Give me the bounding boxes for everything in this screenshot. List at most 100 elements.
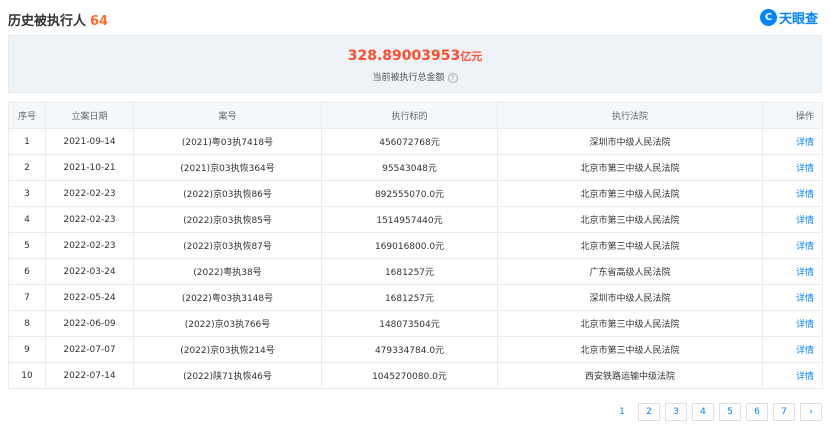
case-number: (2021)粤03执7418号 xyxy=(133,128,322,155)
row-number: 9 xyxy=(8,336,46,363)
total-amount-panel: 328.89003953亿元 当前被执行总金额? xyxy=(8,35,822,93)
court-name: 北京市第三中级人民法院 xyxy=(497,336,763,363)
execution-amount: 479334784.0元 xyxy=(321,336,498,363)
filing-date: 2022-03-24 xyxy=(45,258,134,285)
column-header-case: 案号 xyxy=(133,102,322,129)
filing-date: 2022-02-23 xyxy=(45,232,134,259)
action-cell: 详情 xyxy=(762,362,823,389)
record-count: 64 xyxy=(90,14,109,29)
total-amount-unit: 亿元 xyxy=(460,50,483,63)
table-row: 5 2022-02-23 (2022)京03执恢87号 169016800.0元 北京市… xyxy=(8,232,823,259)
court-name: 深圳市中级人民法院 xyxy=(497,128,763,155)
page-button-6[interactable]: 6 xyxy=(746,403,768,421)
brand-logo-group[interactable]: C 天眼查 xyxy=(759,8,818,27)
court-name: 北京市第三中级人民法院 xyxy=(497,232,763,259)
section-title: 历史被执行人 64 xyxy=(8,10,108,29)
filing-date: 2022-02-23 xyxy=(45,206,134,233)
case-number: (2022)陕71执恢46号 xyxy=(133,362,322,389)
total-amount-label-text: 当前被执行总金额 xyxy=(372,73,445,83)
help-icon[interactable]: ? xyxy=(447,72,458,83)
row-number: 6 xyxy=(8,258,46,285)
detail-link[interactable]: 详情 xyxy=(796,164,814,174)
execution-amount: 456072768元 xyxy=(321,128,498,155)
filing-date: 2022-07-14 xyxy=(45,362,134,389)
filing-date: 2022-05-24 xyxy=(45,284,134,311)
row-number: 3 xyxy=(8,180,46,207)
filing-date: 2022-02-23 xyxy=(45,180,134,207)
page-button-5[interactable]: 5 xyxy=(719,403,741,421)
total-amount-label: 当前被执行总金额? xyxy=(9,70,821,83)
table-row: 2 2021-10-21 (2021)京03执恢364号 95543048元 北京市第三… xyxy=(8,154,823,181)
row-number: 8 xyxy=(8,310,46,337)
table-header-row: 序号 立案日期 案号 执行标的 执行法院 操作 xyxy=(8,102,823,129)
total-amount-value: 328.89003953 xyxy=(347,48,461,64)
row-number: 1 xyxy=(8,128,46,155)
page-button-2[interactable]: 2 xyxy=(638,403,660,421)
action-cell: 详情 xyxy=(762,336,823,363)
page-root: 历史被执行人 64 C 天眼查 328.89003953亿元 当前被执行总金额? … xyxy=(0,0,830,436)
execution-amount: 169016800.0元 xyxy=(321,232,498,259)
table-row: 3 2022-02-23 (2022)京03执恢86号 892555070.0元 北京市… xyxy=(8,180,823,207)
table-row: 7 2022-05-24 (2022)粤03执3148号 1681257元 深圳市中级人… xyxy=(8,284,823,311)
court-name: 北京市第三中级人民法院 xyxy=(497,180,763,207)
court-name: 北京市第三中级人民法院 xyxy=(497,154,763,181)
case-number: (2022)京03执恢87号 xyxy=(133,232,322,259)
filing-date: 2022-07-07 xyxy=(45,336,134,363)
execution-amount: 1681257元 xyxy=(321,284,498,311)
executed-person-table: 序号 立案日期 案号 执行标的 执行法院 操作 1 2021-09-14 (2021… xyxy=(8,102,823,389)
detail-link[interactable]: 详情 xyxy=(796,190,814,200)
case-number: (2022)京03执恢85号 xyxy=(133,206,322,233)
detail-link[interactable]: 详情 xyxy=(796,242,814,252)
action-cell: 详情 xyxy=(762,206,823,233)
case-number: (2022)粤03执3148号 xyxy=(133,284,322,311)
next-page-icon[interactable]: › xyxy=(800,403,822,421)
execution-amount: 148073504元 xyxy=(321,310,498,337)
table-row: 10 2022-07-14 (2022)陕71执恢46号 1045270080.0元西… xyxy=(8,362,823,389)
table-body: 1 2021-09-14 (2021)粤03执7418号 456072768元 深圳市中… xyxy=(8,128,823,389)
section-title-text: 历史被执行人 xyxy=(8,14,87,29)
column-header-no: 序号 xyxy=(8,102,46,129)
page-button-4[interactable]: 4 xyxy=(692,403,714,421)
detail-link[interactable]: 详情 xyxy=(796,346,814,356)
action-cell: 详情 xyxy=(762,232,823,259)
case-number: (2021)京03执恢364号 xyxy=(133,154,322,181)
table-row: 1 2021-09-14 (2021)粤03执7418号 456072768元 深圳市中… xyxy=(8,128,823,155)
execution-amount: 1045270080.0元 xyxy=(321,362,498,389)
column-header-amount: 执行标的 xyxy=(321,102,498,129)
detail-link[interactable]: 详情 xyxy=(796,268,814,278)
page-button-1[interactable]: 1 xyxy=(611,403,633,421)
page-button-3[interactable]: 3 xyxy=(665,403,687,421)
filing-date: 2021-09-14 xyxy=(45,128,134,155)
detail-link[interactable]: 详情 xyxy=(796,216,814,226)
brand-name: 天眼查 xyxy=(778,12,818,27)
detail-link[interactable]: 详情 xyxy=(796,294,814,304)
detail-link[interactable]: 详情 xyxy=(796,138,814,148)
action-cell: 详情 xyxy=(762,310,823,337)
row-number: 4 xyxy=(8,206,46,233)
execution-amount: 1514957440元 xyxy=(321,206,498,233)
detail-link[interactable]: 详情 xyxy=(796,372,814,382)
action-cell: 详情 xyxy=(762,258,823,285)
section-header: 历史被执行人 64 C 天眼查 xyxy=(8,8,822,30)
filing-date: 2021-10-21 xyxy=(45,154,134,181)
court-name: 西安铁路运输中级法院 xyxy=(497,362,763,389)
column-header-date: 立案日期 xyxy=(45,102,134,129)
filing-date: 2022-06-09 xyxy=(45,310,134,337)
column-header-action: 操作 xyxy=(762,102,823,129)
table-row: 4 2022-02-23 (2022)京03执恢85号 1514957440元 北京市第… xyxy=(8,206,823,233)
row-number: 10 xyxy=(8,362,46,389)
case-number: (2022)京03执766号 xyxy=(133,310,322,337)
case-number: (2022)京03执恢214号 xyxy=(133,336,322,363)
page-button-7[interactable]: 7 xyxy=(773,403,795,421)
row-number: 5 xyxy=(8,232,46,259)
detail-link[interactable]: 详情 xyxy=(796,320,814,330)
row-number: 7 xyxy=(8,284,46,311)
tianyancha-logo-icon: C xyxy=(759,9,777,26)
execution-amount: 1681257元 xyxy=(321,258,498,285)
action-cell: 详情 xyxy=(762,154,823,181)
court-name: 深圳市中级人民法院 xyxy=(497,284,763,311)
case-number: (2022)京03执恢86号 xyxy=(133,180,322,207)
court-name: 北京市第三中级人民法院 xyxy=(497,310,763,337)
table-row: 6 2022-03-24 (2022)粤执38号 1681257元 广东省高级人民法院 详… xyxy=(8,258,823,285)
action-cell: 详情 xyxy=(762,284,823,311)
